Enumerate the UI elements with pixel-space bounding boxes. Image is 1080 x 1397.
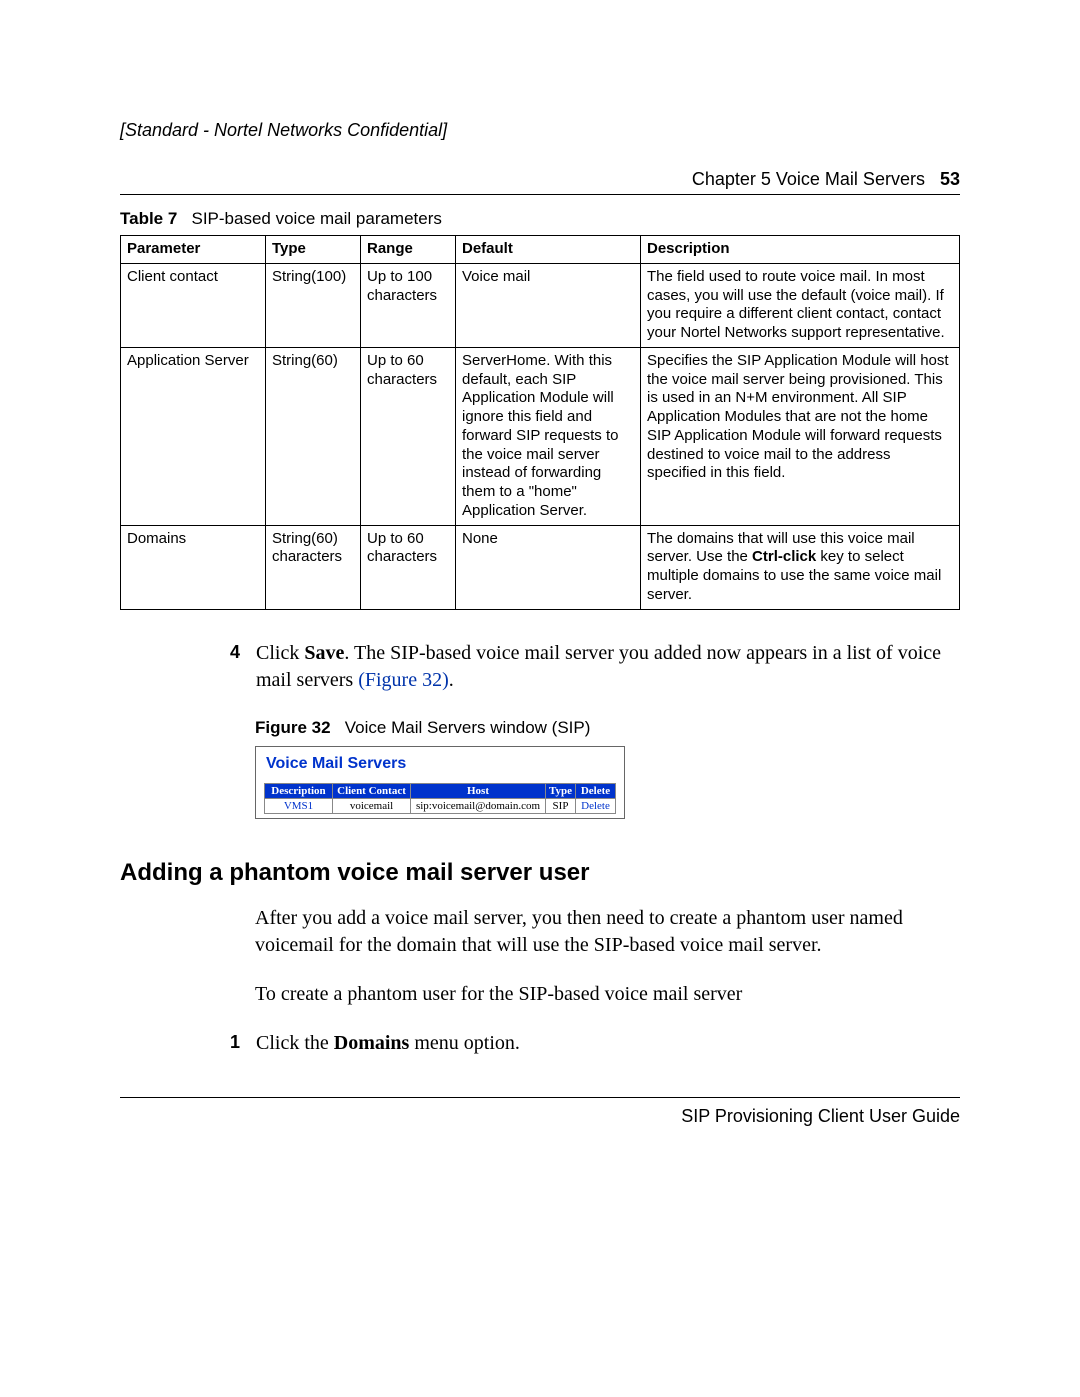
cell-default: ServerHome. With this default, each SIP … [456, 347, 641, 525]
step4-pre: Click [256, 642, 304, 664]
cell-default: Voice mail [456, 263, 641, 347]
step4-save: Save [304, 642, 344, 664]
step4-post: . [449, 669, 454, 691]
step-text: Click the Domains menu option. [256, 1030, 520, 1057]
cell-description: Specifies the SIP Application Module wil… [641, 347, 960, 525]
step-1: 1 Click the Domains menu option. [230, 1030, 960, 1057]
vms-th-client-contact: Client Contact [333, 783, 411, 798]
table7-caption-text: SIP-based voice mail parameters [192, 209, 442, 228]
table-row: Domains String(60) characters Up to 60 c… [121, 525, 960, 609]
cell-parameter: Application Server [121, 347, 266, 525]
th-range: Range [361, 236, 456, 264]
header-rule [120, 194, 960, 195]
vms-table: Description Client Contact Host Type Del… [264, 783, 616, 814]
cell-range: Up to 60 characters [361, 525, 456, 609]
step1-pre: Click the [256, 1032, 334, 1054]
footer-rule [120, 1097, 960, 1098]
table-row: Client contact String(100) Up to 100 cha… [121, 263, 960, 347]
figure32-caption-text: Voice Mail Servers window (SIP) [345, 718, 591, 737]
vms-host: sip:voicemail@domain.com [411, 798, 546, 813]
th-description: Description [641, 236, 960, 264]
table-header-row: Parameter Type Range Default Description [121, 236, 960, 264]
page-number: 53 [940, 169, 960, 189]
figure32-caption: Figure 32 Voice Mail Servers window (SIP… [255, 718, 960, 738]
section-para1: After you add a voice mail server, you t… [255, 905, 960, 959]
vms-th-type: Type [546, 783, 576, 798]
step-number: 4 [230, 640, 256, 694]
desc-bold: Ctrl-click [752, 548, 816, 565]
table7-caption: Table 7 SIP-based voice mail parameters [120, 209, 960, 229]
chapter-title: Chapter 5 Voice Mail Servers [692, 169, 925, 189]
step-text: Click Save. The SIP-based voice mail ser… [256, 640, 960, 694]
vms-th-delete: Delete [576, 783, 616, 798]
confidential-header: [Standard - Nortel Networks Confidential… [120, 120, 960, 141]
section-para2: To create a phantom user for the SIP-bas… [255, 981, 960, 1008]
chapter-header: Chapter 5 Voice Mail Servers 53 [120, 169, 960, 190]
vms-header-row: Description Client Contact Host Type Del… [265, 783, 616, 798]
footer-text: SIP Provisioning Client User Guide [120, 1106, 960, 1127]
cell-description: The domains that will use this voice mai… [641, 525, 960, 609]
step-number: 1 [230, 1030, 256, 1057]
vms-delete-link[interactable]: Delete [576, 798, 616, 813]
vms-th-description: Description [265, 783, 333, 798]
section-heading: Adding a phantom voice mail server user [120, 859, 960, 887]
table7: Parameter Type Range Default Description… [120, 235, 960, 610]
cell-range: Up to 100 characters [361, 263, 456, 347]
vms-panel-title: Voice Mail Servers [266, 755, 616, 773]
vms-description-link[interactable]: VMS1 [265, 798, 333, 813]
step1-bold: Domains [334, 1032, 410, 1054]
cell-description: The field used to route voice mail. In m… [641, 263, 960, 347]
th-default: Default [456, 236, 641, 264]
vms-th-host: Host [411, 783, 546, 798]
cell-parameter: Client contact [121, 263, 266, 347]
table-row: Application Server String(60) Up to 60 c… [121, 347, 960, 525]
cell-parameter: Domains [121, 525, 266, 609]
figure-reference[interactable]: (Figure 32) [358, 669, 449, 691]
table7-label: Table 7 [120, 209, 177, 228]
step-4: 4 Click Save. The SIP-based voice mail s… [230, 640, 960, 694]
cell-type: String(60) characters [266, 525, 361, 609]
cell-range: Up to 60 characters [361, 347, 456, 525]
vms-type: SIP [546, 798, 576, 813]
th-type: Type [266, 236, 361, 264]
vms-client-contact: voicemail [333, 798, 411, 813]
cell-default: None [456, 525, 641, 609]
cell-type: String(100) [266, 263, 361, 347]
document-page: [Standard - Nortel Networks Confidential… [0, 0, 1080, 1397]
figure32-label: Figure 32 [255, 718, 331, 737]
th-parameter: Parameter [121, 236, 266, 264]
cell-type: String(60) [266, 347, 361, 525]
vms-row: VMS1 voicemail sip:voicemail@domain.com … [265, 798, 616, 813]
figure32-panel: Voice Mail Servers Description Client Co… [255, 746, 625, 819]
step1-post: menu option. [409, 1032, 520, 1054]
